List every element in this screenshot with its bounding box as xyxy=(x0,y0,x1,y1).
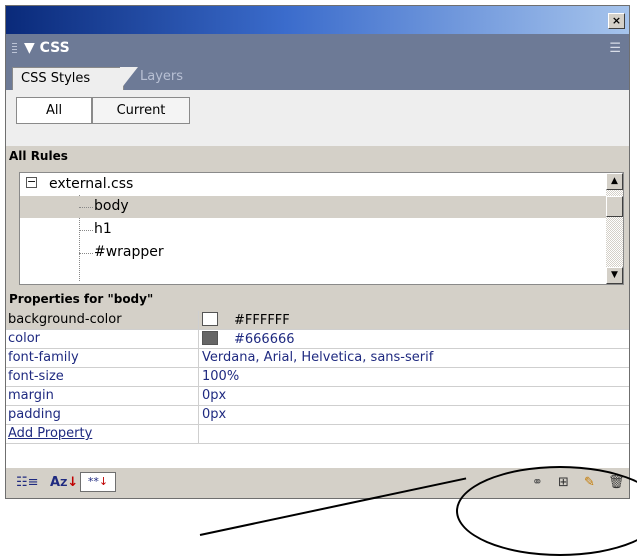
property-row[interactable]: background-color #FFFFFF xyxy=(6,311,629,330)
color-swatch[interactable] xyxy=(202,331,218,345)
close-button[interactable]: × xyxy=(608,13,625,29)
properties-heading: Properties for "body" xyxy=(6,289,629,311)
view-switcher: All Current xyxy=(6,90,629,150)
title-bar[interactable]: × xyxy=(6,6,629,34)
highlight-oval xyxy=(456,466,637,556)
add-property-link[interactable]: Add Property xyxy=(8,426,92,441)
panel-title[interactable]: ▼ CSS xyxy=(24,40,70,56)
color-swatch[interactable] xyxy=(202,312,218,326)
category-view-icon[interactable]: ☷≡ xyxy=(16,475,39,490)
tree-item-body[interactable]: body xyxy=(20,196,606,218)
az-sort-icon[interactable]: AZ↓ xyxy=(50,475,78,490)
property-row[interactable]: font-family Verdana, Arial, Helvetica, s… xyxy=(6,349,629,368)
all-rules-heading: All Rules xyxy=(6,146,629,168)
panel-title-text: CSS xyxy=(39,40,70,56)
drag-grip-icon[interactable] xyxy=(12,43,17,55)
options-menu-icon[interactable]: ☰ xyxy=(609,41,621,56)
set-properties-icon[interactable]: **↓ xyxy=(80,472,116,492)
current-button[interactable]: Current xyxy=(92,97,190,124)
scroll-down-icon[interactable]: ▼ xyxy=(606,267,623,284)
tree-item-external-css[interactable]: − external.css xyxy=(20,174,606,196)
tab-css-styles[interactable]: CSS Styles xyxy=(12,67,124,90)
tab-strip: CSS Styles Layers xyxy=(6,63,629,90)
property-row[interactable]: margin 0px xyxy=(6,387,629,406)
tab-divider xyxy=(120,67,138,90)
rules-scrollbar[interactable]: ▲ ▼ xyxy=(606,173,623,284)
property-row[interactable]: color #666666 xyxy=(6,330,629,349)
properties-empty-area xyxy=(6,444,629,468)
property-row[interactable]: padding 0px xyxy=(6,406,629,425)
property-row[interactable]: font-size 100% xyxy=(6,368,629,387)
collapse-icon[interactable]: − xyxy=(26,176,37,188)
scroll-thumb[interactable] xyxy=(606,196,623,217)
tab-layers[interactable]: Layers xyxy=(140,69,183,84)
properties-table: background-color #FFFFFF color #666666 f… xyxy=(6,311,629,468)
all-button[interactable]: All xyxy=(16,97,92,124)
panel-header[interactable]: ▼ CSS ☰ xyxy=(6,34,629,63)
scroll-up-icon[interactable]: ▲ xyxy=(606,173,623,190)
tree-item-h1[interactable]: h1 xyxy=(20,219,606,241)
css-panel: × ▼ CSS ☰ CSS Styles Layers All Current … xyxy=(5,5,630,499)
add-property-row: Add Property xyxy=(6,425,629,444)
tree-item-wrapper[interactable]: #wrapper xyxy=(20,242,606,264)
rules-tree[interactable]: − external.css body h1 #wrapper ▲ ▼ xyxy=(19,172,624,285)
